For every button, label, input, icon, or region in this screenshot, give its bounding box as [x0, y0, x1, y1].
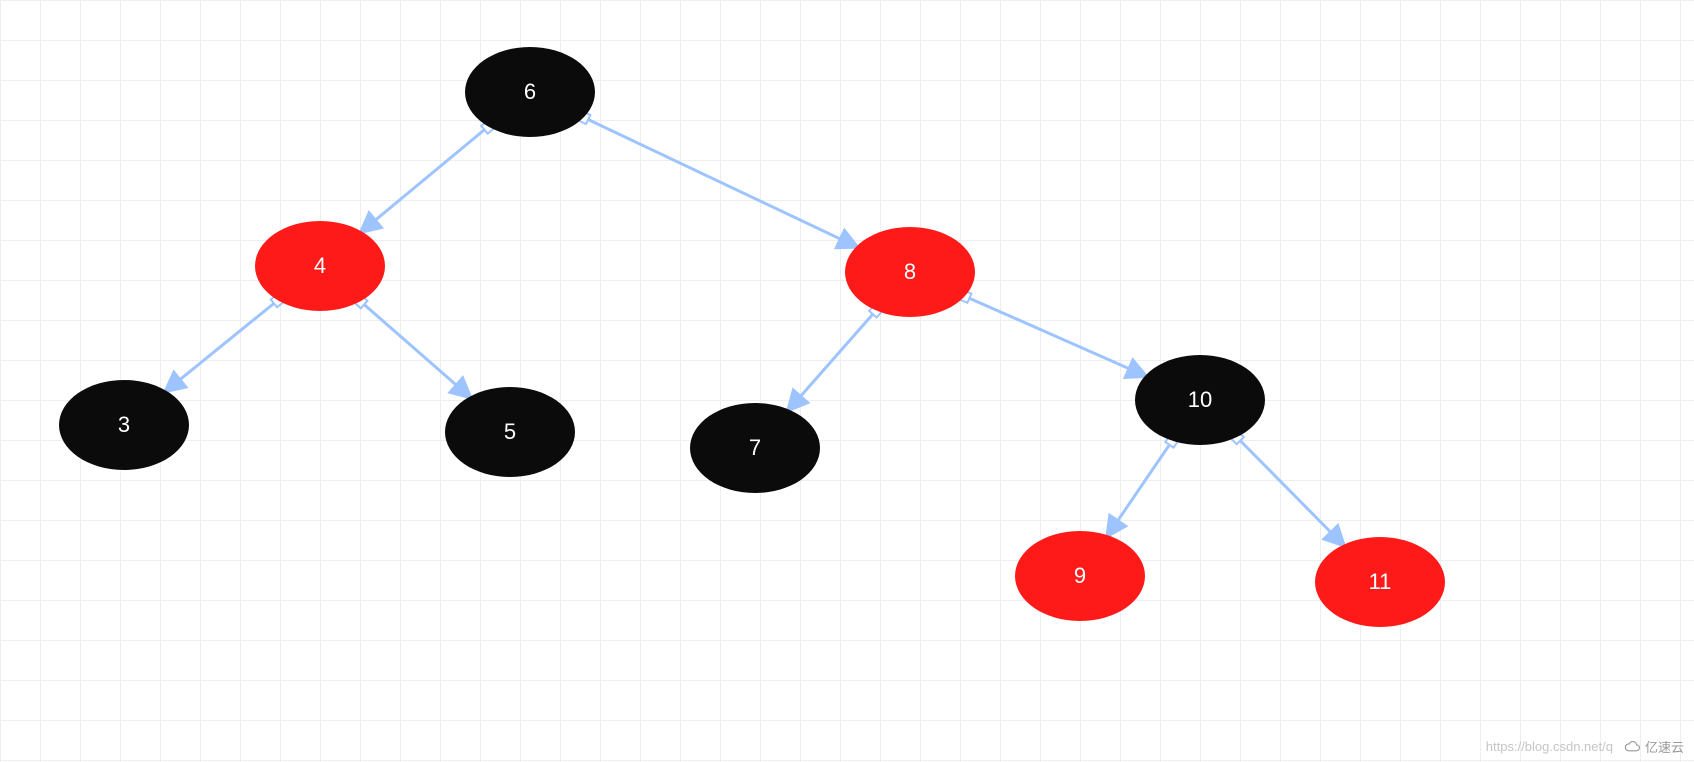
watermark-faint: https://blog.csdn.net/q	[1486, 739, 1613, 754]
tree-edge	[360, 301, 469, 396]
watermark-brand: 亿速云	[1645, 737, 1684, 756]
node-label: 3	[118, 412, 130, 438]
diagram-canvas[interactable]: 6 4 8 3 5 7 10 9 11 https://blog.csdn.net/q 亿速云	[0, 0, 1694, 762]
tree-edge	[1108, 441, 1173, 536]
cloud-icon	[1623, 740, 1641, 754]
tree-node-7[interactable]: 7	[690, 403, 820, 493]
node-label: 9	[1074, 563, 1086, 589]
tree-node-3[interactable]: 3	[59, 380, 189, 470]
tree-node-4[interactable]: 4	[255, 221, 385, 311]
tree-edge	[965, 296, 1145, 376]
node-label: 10	[1188, 387, 1212, 413]
node-label: 7	[749, 435, 761, 461]
tree-edge	[584, 117, 857, 246]
tree-node-11[interactable]: 11	[1315, 537, 1445, 627]
tree-edge	[1237, 437, 1344, 545]
tree-edge	[362, 127, 489, 232]
tree-node-6[interactable]: 6	[465, 47, 595, 137]
tree-edge	[789, 310, 876, 409]
node-label: 6	[524, 79, 536, 105]
node-label: 4	[314, 253, 326, 279]
tree-node-8[interactable]: 8	[845, 227, 975, 317]
watermark: https://blog.csdn.net/q 亿速云	[1486, 737, 1684, 756]
tree-edge	[166, 300, 278, 391]
node-label: 8	[904, 259, 916, 285]
tree-node-9[interactable]: 9	[1015, 531, 1145, 621]
node-label: 11	[1369, 569, 1392, 595]
node-label: 5	[504, 419, 516, 445]
tree-node-10[interactable]: 10	[1135, 355, 1265, 445]
edge-layer	[0, 0, 1694, 762]
tree-node-5[interactable]: 5	[445, 387, 575, 477]
